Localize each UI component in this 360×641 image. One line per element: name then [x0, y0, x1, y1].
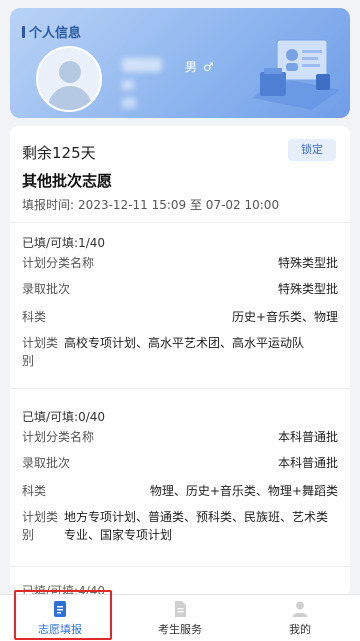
subject-value: 历史+音乐类、物理 — [231, 310, 338, 324]
tab-label: 考生服务 — [158, 622, 202, 636]
avatar-head-icon — [59, 61, 81, 83]
plan-category-value: 特殊类型批 — [277, 256, 338, 270]
plan-category-value: 本科普通批 — [277, 430, 338, 444]
subject-value: 物理、历史+音乐类、物理+舞蹈类 — [149, 484, 338, 498]
blurred-info-1 — [122, 80, 134, 90]
subject-label: 科类 — [22, 310, 47, 324]
plan-type-value: 高校专项计划、高水平艺术团、高水平运动队 — [64, 336, 305, 350]
avatar[interactable] — [36, 46, 102, 112]
volunteer-content-panel: 剩余125天 锁定 其他批次志愿 填报时间: 2023-12-11 15:09 … — [10, 126, 350, 596]
person-icon — [292, 601, 308, 617]
fill-time-label: 填报时间: — [22, 198, 75, 212]
plan-category-row: 计划分类名称 本科普通批 — [22, 428, 338, 445]
subject-row: 科类 物理、历史+音乐类、物理+舞蹈类 — [22, 482, 338, 499]
male-icon: ♂ — [203, 59, 214, 74]
tab-label: 志愿填报 — [38, 622, 82, 636]
plan-type-label: 计划类别 — [22, 510, 59, 542]
section-count: 已填/可填:1/40 — [22, 236, 106, 250]
profile-title-text: 个人信息 — [29, 26, 82, 41]
blurred-info-2 — [122, 98, 136, 108]
plan-category-label: 计划分类名称 — [22, 430, 95, 444]
title-bar-decoration — [22, 25, 25, 38]
plan-category-label: 计划分类名称 — [22, 256, 95, 270]
plan-type-value: 地方专项计划、普通类、预科类、民族班、艺术类专业、国家专项计划 — [64, 510, 329, 542]
subject-label: 科类 — [22, 484, 47, 498]
gender-text: 男 — [185, 60, 198, 74]
fill-time: 填报时间: 2023-12-11 15:09 至 07-02 10:00 — [22, 196, 279, 213]
profile-title: 个人信息 — [22, 22, 81, 41]
batch-section-undergraduate[interactable]: 已填/可填:0/40 计划分类名称 本科普通批 录取批次 本科普通批 科类 物理… — [22, 408, 338, 558]
id-card-illustration-icon — [252, 39, 340, 110]
admission-batch-row: 录取批次 特殊类型批 — [22, 280, 338, 297]
lock-button[interactable]: 锁定 — [288, 139, 336, 161]
divider — [10, 222, 350, 223]
tab-label: 我的 — [289, 622, 311, 636]
admission-batch-value: 本科普通批 — [277, 456, 338, 470]
bottom-tab-bar: 志愿填报 考生服务 我的 — [0, 594, 360, 641]
section-count: 已填/可填:0/40 — [22, 410, 106, 424]
tab-mine[interactable]: 我的 — [240, 595, 360, 641]
avatar-body-icon — [48, 86, 92, 110]
subject-row: 科类 历史+音乐类、物理 — [22, 308, 338, 325]
plan-category-row: 计划分类名称 特殊类型批 — [22, 254, 338, 271]
file-icon — [175, 600, 186, 617]
tab-volunteer-fill[interactable]: 志愿填报 — [0, 595, 120, 641]
batch-title: 其他批次志愿 — [22, 172, 113, 190]
plan-type-row: 计划类别 地方专项计划、普通类、预科类、民族班、艺术类专业、国家专项计划 — [22, 508, 338, 544]
tab-candidate-service[interactable]: 考生服务 — [120, 595, 240, 641]
gender: 男 ♂ — [185, 58, 214, 75]
blurred-name — [122, 58, 162, 72]
divider — [10, 388, 350, 389]
admission-batch-label: 录取批次 — [22, 282, 71, 296]
document-icon — [54, 600, 66, 617]
admission-batch-label: 录取批次 — [22, 456, 71, 470]
divider — [10, 566, 350, 567]
admission-batch-value: 特殊类型批 — [277, 282, 338, 296]
plan-type-label: 计划类别 — [22, 336, 59, 368]
fill-time-value: 2023-12-11 15:09 至 07-02 10:00 — [78, 198, 280, 212]
batch-section-special[interactable]: 已填/可填:1/40 计划分类名称 特殊类型批 录取批次 特殊类型批 科类 历史… — [22, 234, 338, 384]
admission-batch-row: 录取批次 本科普通批 — [22, 454, 338, 471]
profile-card: 个人信息 男 ♂ — [10, 8, 350, 118]
plan-type-row: 计划类别 高校专项计划、高水平艺术团、高水平运动队 — [22, 334, 338, 370]
countdown-text: 剩余125天 — [22, 144, 96, 162]
